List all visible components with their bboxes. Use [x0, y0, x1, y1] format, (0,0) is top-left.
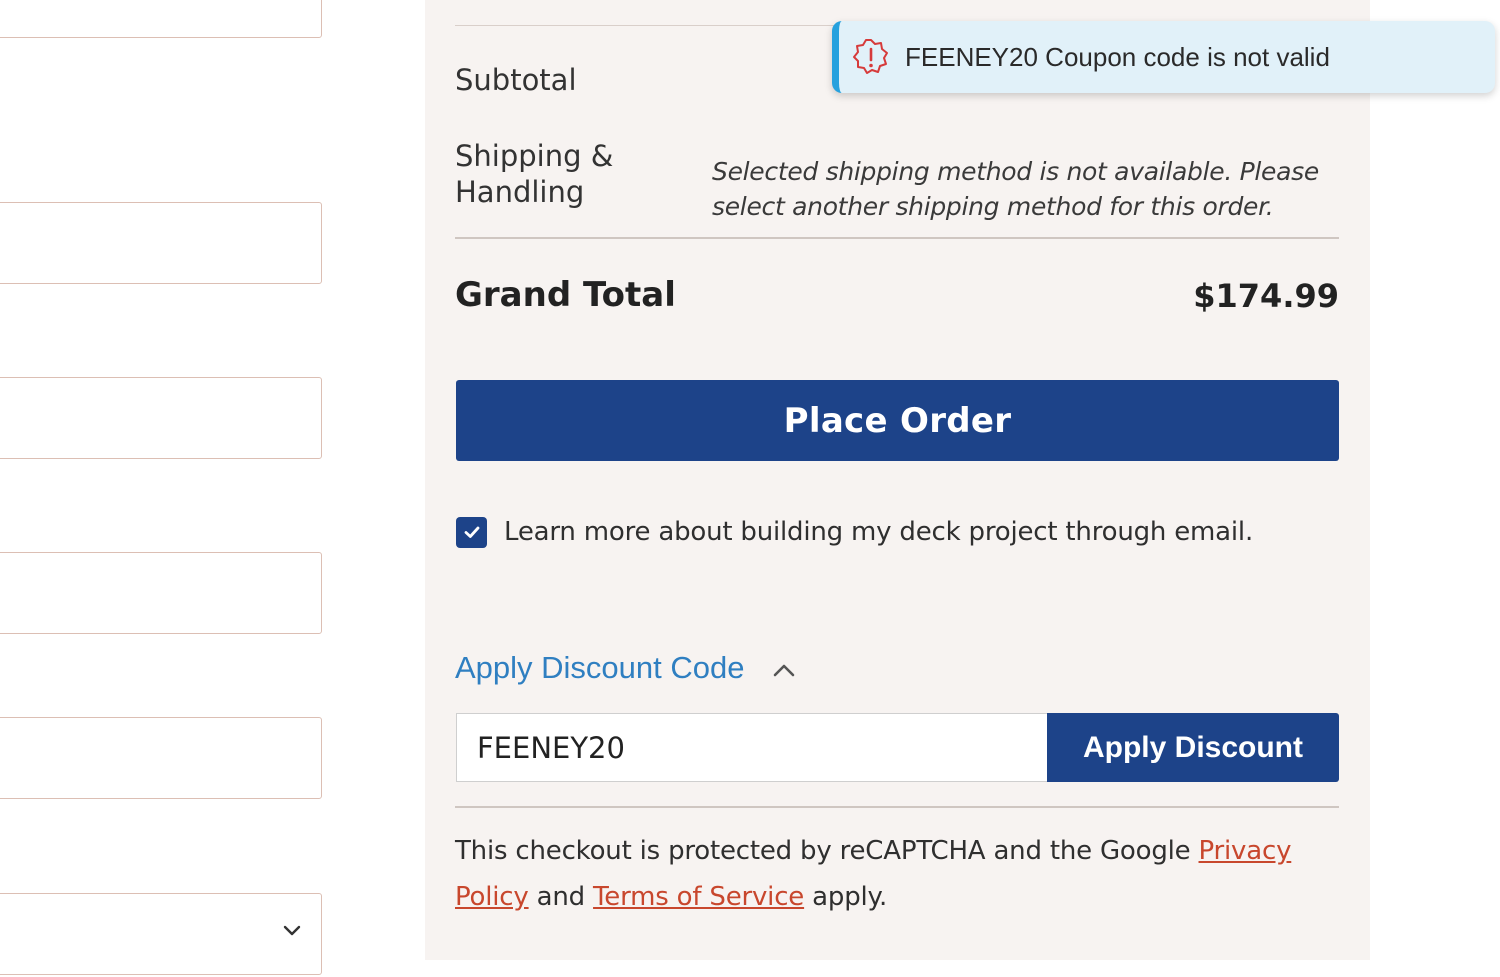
divider	[455, 806, 1339, 808]
chevron-down-icon	[283, 925, 301, 936]
legal-text-before: This checkout is protected by reCAPTCHA …	[455, 836, 1199, 866]
email-optin-checkbox[interactable]	[456, 516, 487, 548]
form-field-2[interactable]	[0, 377, 322, 459]
form-field-3[interactable]	[0, 552, 322, 634]
shipping-note: Selected shipping method is not availabl…	[712, 157, 1319, 221]
coupon-error-toast[interactable]: FEENEY20 Coupon code is not valid	[832, 21, 1495, 93]
legal-text-after: apply.	[804, 882, 888, 912]
form-field-1[interactable]	[0, 202, 322, 284]
apply-discount-toggle[interactable]: Apply Discount Code	[455, 648, 797, 688]
terms-of-service-link[interactable]: Terms of Service	[593, 882, 804, 912]
recaptcha-notice: This checkout is protected by reCAPTCHA …	[455, 828, 1335, 920]
shipping-label: Shipping & Handling	[455, 139, 614, 209]
alert-icon	[853, 39, 888, 74]
apply-discount-toggle-label[interactable]: Apply Discount Code	[455, 648, 745, 688]
toast-message: FEENEY20 Coupon code is not valid	[905, 42, 1330, 72]
form-field-4[interactable]	[0, 717, 322, 799]
form-field-top[interactable]	[0, 0, 322, 38]
legal-text-middle: and	[528, 882, 594, 912]
place-order-button[interactable]: Place Order	[456, 380, 1339, 461]
grand-total-label: Grand Total	[455, 275, 676, 315]
subtotal-label: Subtotal	[455, 63, 577, 97]
grand-total-value: $174.99	[1193, 277, 1339, 315]
discount-code-input[interactable]	[456, 713, 1048, 782]
email-optin: Learn more about building my deck projec…	[456, 514, 1253, 550]
divider	[455, 237, 1339, 239]
email-optin-label[interactable]: Learn more about building my deck projec…	[504, 514, 1253, 550]
chevron-up-icon[interactable]	[771, 658, 797, 684]
checkout-page: Subtotal Shipping & Handling Selected sh…	[0, 0, 1500, 977]
form-select-field[interactable]	[0, 893, 322, 975]
apply-discount-button[interactable]: Apply Discount	[1047, 713, 1339, 782]
order-summary-panel: Subtotal Shipping & Handling Selected sh…	[425, 0, 1370, 960]
checkmark-icon	[464, 526, 479, 538]
